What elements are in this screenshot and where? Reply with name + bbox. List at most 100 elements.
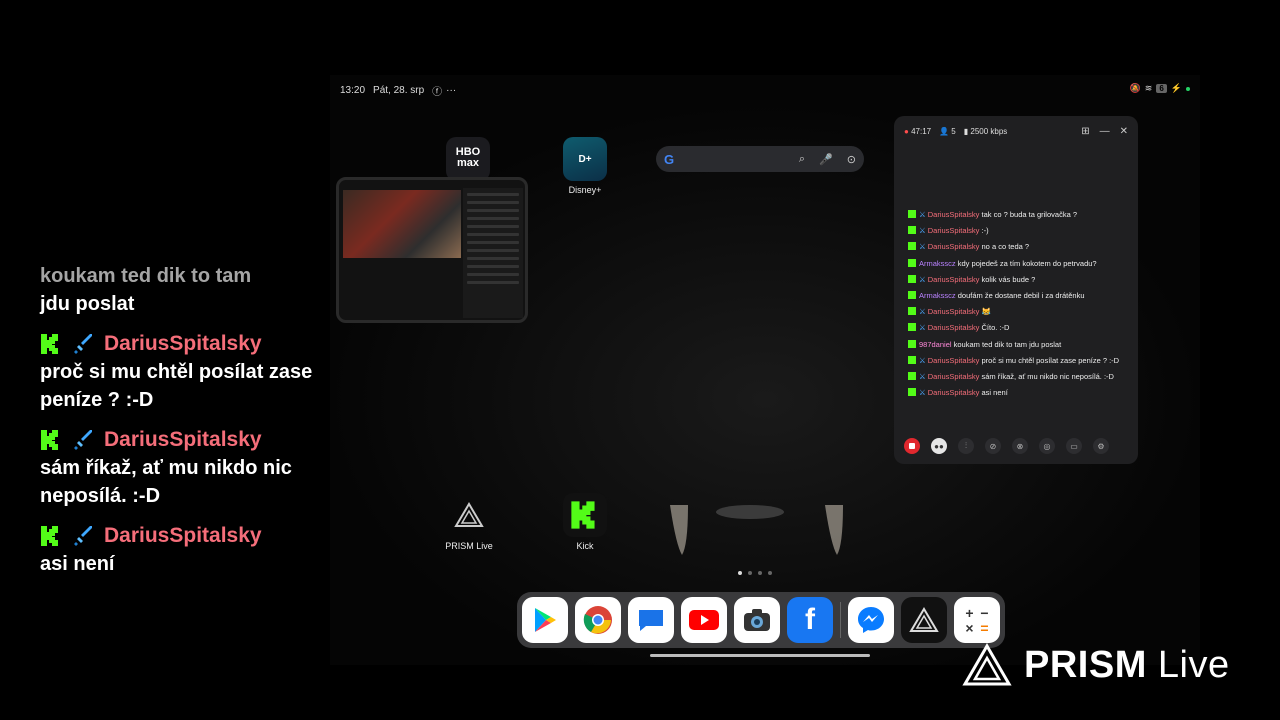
stop-record-button[interactable] (904, 438, 920, 454)
hbo-max-app-icon[interactable]: HBO max (446, 137, 490, 181)
screen-icon[interactable]: ▭ (1066, 438, 1082, 454)
microphone-icon[interactable]: 🎤 (819, 153, 833, 166)
chat-message-text: 😹 (981, 307, 991, 317)
kick-badge-icon (908, 210, 916, 218)
app-label: Kick (576, 541, 594, 551)
stream-chat-overlay: koukam ted dik to tam jdu poslat DariusS… (40, 262, 320, 590)
sword-badge-icon: ⚔ (919, 274, 926, 284)
kick-badge-icon (908, 323, 916, 332)
chat-window-message: ⚔ DariusSpitalsky Čítо. :-D (908, 323, 1128, 333)
chat-username: DariusSpitalsky (927, 226, 980, 236)
charging-icon: ⚡ (1170, 83, 1182, 93)
watermark-brand: PRISM (1024, 643, 1147, 686)
settings-icon[interactable]: ⚙ (1093, 438, 1109, 454)
sword-badge-icon: ⚔ (919, 307, 926, 317)
youtube-icon[interactable] (681, 597, 727, 643)
mute-icon: 🔕 (1129, 83, 1141, 93)
camera-off-icon[interactable]: ⊗ (1012, 438, 1028, 454)
close-icon[interactable]: ✕ (1120, 126, 1128, 137)
chat-message-text: sám říkaž, ať mu nikdo nic neposílá. :-D (40, 457, 292, 507)
status-bar: 13:20 Pát, 28. srp ⓕ ··· 🔕 ≋ 6 ⚡ (340, 83, 1190, 98)
chat-window-message: ⚔ DariusSpitalsky asi není (908, 388, 1128, 398)
prism-live-watermark: PRISM Live (962, 640, 1230, 690)
home-indicator[interactable] (650, 654, 870, 657)
chat-username: DariusSpitalsky (927, 210, 980, 219)
chat-username: DariusSpitalsky (927, 388, 980, 398)
kick-badge-icon (41, 430, 58, 450)
facebook-notification-icon: ⓕ (432, 86, 443, 98)
sword-badge-icon (74, 526, 92, 546)
chat-username: DariusSpitalsky (927, 323, 980, 333)
chat-window-message: ⚔ DariusSpitalsky :-) (908, 226, 1128, 236)
chat-username: DariusSpitalsky (927, 242, 980, 252)
sword-badge-icon: ⚔ (919, 323, 926, 333)
kick-badge-icon (41, 334, 58, 354)
prism-logo-icon (962, 643, 1012, 686)
video-thumbnail (343, 190, 461, 258)
sword-badge-icon: ⚔ (919, 388, 926, 398)
chat-message-text: Čítо. :-D (981, 323, 1010, 333)
chat-window-message: ⚔ DariusSpitalsky tak co ? buda ta grilov… (908, 210, 1128, 220)
google-logo-icon: G (664, 151, 675, 167)
mixer-icon[interactable]: ⫶ (958, 438, 974, 454)
minimize-icon[interactable]: — (1100, 126, 1110, 137)
chat-username: 987daniel (919, 339, 952, 349)
kick-badge-icon (908, 371, 916, 380)
prism-icon (447, 493, 491, 537)
disney-plus-icon: D+ (563, 137, 607, 181)
dock-divider (840, 602, 841, 638)
chat-message-text: proč si mu chtěl posílat zase peníze ? :… (981, 355, 1120, 365)
chat-message-text: asi není (981, 388, 1008, 398)
calculator-icon[interactable]: + − × = (954, 597, 1000, 643)
facebook-icon[interactable]: f (787, 597, 833, 643)
chrome-icon[interactable] (575, 597, 621, 643)
chat-message-text: doufám že dostane debil i za drátěnku (957, 290, 1085, 300)
sword-badge-icon: ⚔ (919, 242, 926, 252)
kick-badge-icon (908, 242, 916, 251)
camera-icon[interactable] (734, 597, 780, 643)
prism-live-dock-icon[interactable] (901, 597, 947, 643)
kick-app[interactable]: Kick (550, 493, 620, 551)
live-timer: ● 47:17 (904, 126, 932, 136)
app-dock: f + − × = (517, 592, 1005, 648)
play-store-icon[interactable] (522, 597, 568, 643)
chat-username: DariusSpitalsky (927, 355, 980, 365)
messenger-icon[interactable] (848, 597, 894, 643)
sword-badge-icon (74, 430, 92, 450)
kick-badge-icon (908, 274, 916, 283)
chat-window-message: ⚔ DariusSpitalsky sám říkaž, ať mu nikdo … (908, 371, 1128, 382)
kick-badge-icon (908, 290, 916, 299)
bitrate: ▮ 2500 kbps (963, 126, 1008, 136)
google-search-bar[interactable]: G ⌕ 🎤 ⊙ (656, 146, 864, 172)
kick-badge-icon (908, 388, 916, 397)
chat-username: DariusSpitalsky (927, 274, 980, 284)
chat-username: DariusSpitalsky (104, 332, 262, 355)
messages-icon[interactable] (628, 597, 674, 643)
google-lens-icon[interactable]: ⊙ (847, 153, 856, 166)
viewer-count: 👤 5 (939, 126, 956, 136)
prism-chat-window[interactable]: ● 47:17 👤 5 ▮ 2500 kbps ⊞ — ✕ ⚔ DariusSpi… (894, 116, 1138, 464)
app-label: Disney+ (568, 185, 602, 195)
grid-icon[interactable]: ⊞ (1081, 126, 1089, 137)
sword-badge-icon: ⚔ (919, 210, 926, 219)
kick-badge-icon (41, 526, 58, 546)
recent-app-window[interactable] (336, 177, 528, 323)
stream-toolbar: ●● ⫶ ⊘ ⊗ ◎ ▭ ⚙ (904, 436, 1128, 456)
prism-live-app[interactable]: PRISM Live (434, 493, 504, 551)
chat-message-text: sám říkaž, ať mu nikdo nic neposílá. :-D (981, 371, 1114, 381)
disney-plus-app[interactable]: D+ Disney+ (550, 137, 620, 195)
chat-message-text: koukam ted dik to tam (40, 265, 252, 287)
stream-stats-header: ● 47:17 👤 5 ▮ 2500 kbps ⊞ — ✕ (904, 124, 1128, 138)
mute-icon[interactable]: ⊘ (985, 438, 1001, 454)
chat-message-text: proč si mu chtěl posílat zase peníze ? :… (40, 361, 313, 411)
chat-window-message: ⚔ DariusSpitalsky no a co teda ? (908, 242, 1128, 252)
search-lens-icon[interactable]: ⌕ (799, 153, 805, 166)
chat-message: koukam ted dik to tam jdu poslat (40, 262, 320, 318)
chat-username: Armaksscz (919, 290, 956, 300)
watermark-suffix: Live (1157, 643, 1230, 686)
kick-badge-icon (908, 226, 916, 235)
camera-in-use-dot (1186, 86, 1190, 91)
chat-window-message: ⚔ DariusSpitalsky kolik vás bude ? (908, 274, 1128, 285)
chat-icon[interactable]: ●● (931, 438, 947, 454)
layers-icon[interactable]: ◎ (1039, 438, 1055, 454)
